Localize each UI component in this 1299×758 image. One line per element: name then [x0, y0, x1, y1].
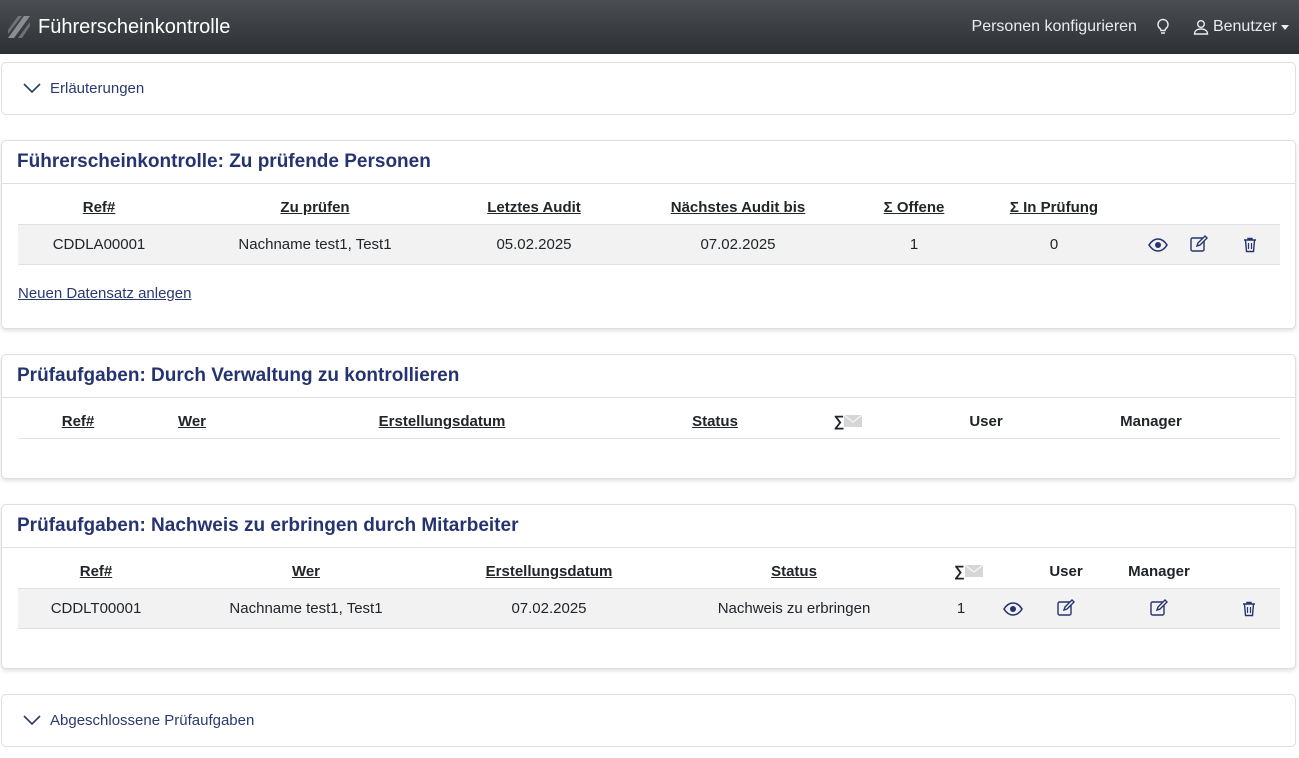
col-last-audit[interactable]: Letztes Audit: [450, 184, 618, 225]
brand[interactable]: Führerscheinkontrolle: [6, 14, 230, 40]
col-in-review[interactable]: Σ In Prüfung: [970, 184, 1138, 225]
col-created[interactable]: Erstellungsdatum: [246, 398, 638, 439]
cell-count: 1: [928, 588, 994, 629]
col-user: User: [1032, 548, 1101, 589]
persons-config-link[interactable]: Personen konfigurieren: [972, 18, 1137, 36]
persons-card-title: Führerscheinkontrolle: Zu prüfende Perso…: [17, 151, 431, 172]
edit-icon[interactable]: [1190, 235, 1208, 253]
persons-card: Führerscheinkontrolle: Zu prüfende Perso…: [1, 140, 1296, 329]
cell-open: 1: [858, 224, 970, 265]
admin-tasks-title: Prüfaufgaben: Durch Verwaltung zu kontro…: [17, 365, 460, 386]
col-created[interactable]: Erstellungsdatum: [438, 548, 660, 589]
edit-icon[interactable]: [1057, 599, 1076, 617]
top-navbar: Führerscheinkontrolle Personen konfiguri…: [0, 0, 1299, 54]
table-row: CDDLT00001 Nachname test1, Test1 07.02.2…: [18, 588, 1281, 629]
col-open[interactable]: Σ Offene: [858, 184, 970, 225]
employee-tasks-title: Prüfaufgaben: Nachweis zu erbringen durc…: [17, 515, 519, 536]
envelope-icon: [844, 415, 863, 428]
col-ref[interactable]: Ref#: [18, 398, 138, 439]
lightbulb-icon[interactable]: [1155, 18, 1171, 36]
edit-icon[interactable]: [1150, 599, 1169, 617]
eye-icon[interactable]: [1003, 601, 1023, 616]
chevron-down-icon: [23, 83, 41, 94]
closed-tasks-panel[interactable]: Abgeschlossene Prüfaufgaben: [1, 694, 1296, 747]
user-icon: [1193, 20, 1209, 35]
col-who[interactable]: Wer: [174, 548, 438, 589]
cell-next-audit: 07.02.2025: [618, 224, 858, 265]
table-row: CDDLA00001 Nachname test1, Test1 05.02.2…: [18, 224, 1280, 265]
col-next-audit[interactable]: Nächstes Audit bis: [618, 184, 858, 225]
col-ref[interactable]: Ref#: [18, 184, 180, 225]
employee-tasks-table: Ref# Wer Erstellungsdatum Status ∑ User …: [18, 548, 1281, 629]
explanations-panel[interactable]: Erläuterungen: [1, 62, 1296, 115]
cell-name: Nachname test1, Test1: [180, 224, 450, 265]
col-status[interactable]: Status: [660, 548, 928, 589]
col-to-check[interactable]: Zu prüfen: [180, 184, 450, 225]
trash-icon[interactable]: [1242, 601, 1256, 617]
chevron-down-icon: [23, 715, 41, 726]
cell-status: Nachweis zu erbringen: [660, 588, 928, 629]
chevron-down-icon: [1281, 24, 1289, 30]
closed-tasks-label: Abgeschlossene Prüfaufgaben: [50, 712, 255, 729]
new-record-link[interactable]: Neuen Datensatz anlegen: [18, 285, 191, 302]
cell-created: 07.02.2025: [438, 588, 660, 629]
eye-icon[interactable]: [1148, 237, 1168, 252]
envelope-icon: [964, 565, 983, 578]
user-menu[interactable]: Benutzer: [1193, 18, 1289, 36]
cell-name: Nachname test1, Test1: [174, 588, 438, 629]
cell-ref: CDDLA00001: [18, 224, 180, 265]
trash-icon[interactable]: [1243, 237, 1257, 253]
admin-tasks-table: Ref# Wer Erstellungsdatum Status ∑ User …: [18, 398, 1280, 439]
col-user: User: [904, 398, 1068, 439]
employee-tasks-card: Prüfaufgaben: Nachweis zu erbringen durc…: [1, 504, 1296, 669]
col-manager: Manager: [1100, 548, 1219, 589]
cell-ref: CDDLT00001: [18, 588, 174, 629]
persons-table: Ref# Zu prüfen Letztes Audit Nächstes Au…: [18, 184, 1280, 265]
col-mail-count[interactable]: ∑: [928, 548, 1033, 589]
col-status[interactable]: Status: [638, 398, 792, 439]
cell-in-review: 0: [970, 224, 1138, 265]
col-who[interactable]: Wer: [138, 398, 246, 439]
col-mail-count[interactable]: ∑: [792, 398, 904, 439]
admin-tasks-card: Prüfaufgaben: Durch Verwaltung zu kontro…: [1, 354, 1296, 479]
explanations-label: Erläuterungen: [50, 80, 145, 97]
user-label: Benutzer: [1212, 18, 1277, 35]
col-ref[interactable]: Ref#: [18, 548, 174, 589]
logo-icon: [8, 16, 30, 38]
cell-last-audit: 05.02.2025: [450, 224, 618, 265]
brand-title: Führerscheinkontrolle: [38, 15, 231, 38]
col-manager: Manager: [1068, 398, 1234, 439]
